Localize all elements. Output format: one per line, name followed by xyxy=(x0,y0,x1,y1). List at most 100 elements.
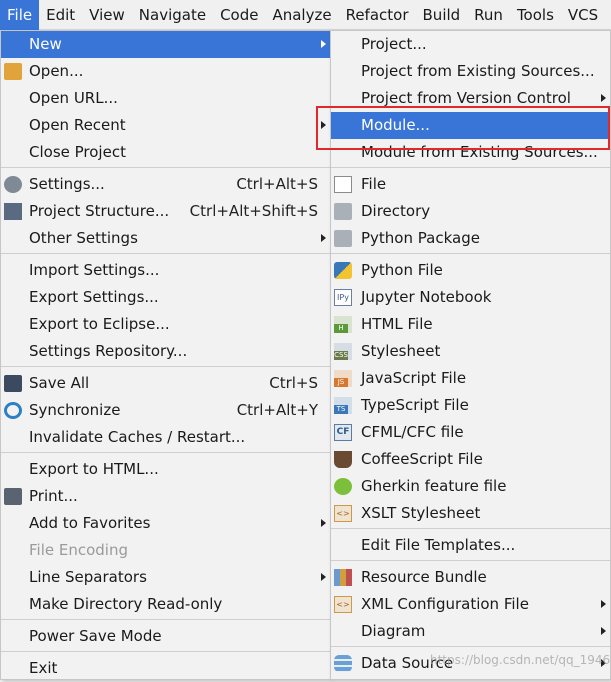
wrench-icon xyxy=(4,176,22,193)
new-module-existing-item[interactable]: Module from Existing Sources... xyxy=(331,139,610,166)
file-make-readonly-label: Make Directory Read-only xyxy=(29,595,223,613)
file-other-settings-item[interactable]: Other Settings xyxy=(1,225,330,252)
menu-file[interactable]: File xyxy=(0,0,40,30)
new-project-existing-item[interactable]: Project from Existing Sources... xyxy=(331,58,610,85)
menu-vcs[interactable]: VCS xyxy=(561,0,605,30)
new-js-file-item[interactable]: JS JavaScript File xyxy=(331,365,610,392)
new-edit-templates-label: Edit File Templates... xyxy=(361,536,516,554)
new-stylesheet-item[interactable]: CSS Stylesheet xyxy=(331,338,610,365)
file-power-save-label: Power Save Mode xyxy=(29,627,162,645)
menu-analyze[interactable]: Analyze xyxy=(265,0,338,30)
ts-icon-tag: TS xyxy=(334,405,348,414)
gherkin-icon xyxy=(334,478,352,495)
submenu-arrow-icon xyxy=(321,573,326,581)
shortcut-label: Ctrl+S xyxy=(269,374,318,392)
file-export-eclipse-item[interactable]: Export to Eclipse... xyxy=(1,311,330,338)
file-export-settings-item[interactable]: Export Settings... xyxy=(1,284,330,311)
new-html-file-item[interactable]: H HTML File xyxy=(331,311,610,338)
new-module-existing-label: Module from Existing Sources... xyxy=(361,143,598,161)
new-gherkin-item[interactable]: Gherkin feature file xyxy=(331,473,610,500)
file-settings-label: Settings... xyxy=(29,175,105,193)
file-import-settings-item[interactable]: Import Settings... xyxy=(1,257,330,284)
new-project-vcs-item[interactable]: Project from Version Control xyxy=(331,85,610,112)
file-project-structure-label: Project Structure... xyxy=(29,202,170,220)
new-python-file-item[interactable]: Python File xyxy=(331,257,610,284)
file-invalidate-item[interactable]: Invalidate Caches / Restart... xyxy=(1,424,330,451)
file-line-separators-item[interactable]: Line Separators xyxy=(1,564,330,591)
new-xml-config-item[interactable]: <> XML Configuration File xyxy=(331,591,610,618)
new-directory-item[interactable]: Directory xyxy=(331,198,610,225)
file-save-all-item[interactable]: Save All Ctrl+S xyxy=(1,370,330,397)
new-ts-file-label: TypeScript File xyxy=(361,396,469,414)
submenu-arrow-icon xyxy=(601,94,606,102)
new-file-item[interactable]: File xyxy=(331,171,610,198)
new-python-file-label: Python File xyxy=(361,261,443,279)
file-make-readonly-item[interactable]: Make Directory Read-only xyxy=(1,591,330,618)
file-open-url-item[interactable]: Open URL... xyxy=(1,85,330,112)
menu-tools[interactable]: Tools xyxy=(510,0,561,30)
file-synchronize-item[interactable]: Synchronize Ctrl+Alt+Y xyxy=(1,397,330,424)
file-encoding-label: File Encoding xyxy=(29,541,128,559)
file-project-structure-item[interactable]: Project Structure... Ctrl+Alt+Shift+S xyxy=(1,198,330,225)
file-import-settings-label: Import Settings... xyxy=(29,261,160,279)
menu-view[interactable]: View xyxy=(82,0,132,30)
new-submenu: Project... Project from Existing Sources… xyxy=(330,30,611,680)
new-module-item[interactable]: Module... xyxy=(331,112,610,139)
new-resource-bundle-item[interactable]: Resource Bundle xyxy=(331,564,610,591)
file-icon xyxy=(334,176,352,193)
menu-code[interactable]: Code xyxy=(213,0,265,30)
new-cfml-item[interactable]: CF CFML/CFC file xyxy=(331,419,610,446)
shortcut-label: Ctrl+Alt+Shift+S xyxy=(189,202,318,220)
new-ts-file-item[interactable]: TS TypeScript File xyxy=(331,392,610,419)
file-open-recent-item[interactable]: Open Recent xyxy=(1,112,330,139)
new-jupyter-item[interactable]: IPy Jupyter Notebook xyxy=(331,284,610,311)
typescript-file-icon: TS xyxy=(334,397,352,414)
new-edit-templates-item[interactable]: Edit File Templates... xyxy=(331,532,610,559)
directory-icon xyxy=(334,203,352,220)
menu-separator xyxy=(331,167,610,168)
menu-separator xyxy=(1,619,330,620)
menu-build[interactable]: Build xyxy=(416,0,468,30)
file-print-item[interactable]: Print... xyxy=(1,483,330,510)
css-file-icon: CSS xyxy=(334,343,352,360)
file-add-favorites-item[interactable]: Add to Favorites xyxy=(1,510,330,537)
new-xslt-label: XSLT Stylesheet xyxy=(361,504,481,522)
file-open-item[interactable]: Open... xyxy=(1,58,330,85)
new-xslt-item[interactable]: <> XSLT Stylesheet xyxy=(331,500,610,527)
menu-edit[interactable]: Edit xyxy=(39,0,82,30)
coffee-cup-icon xyxy=(334,451,352,468)
file-open-recent-label: Open Recent xyxy=(29,116,126,134)
sync-icon xyxy=(4,402,22,419)
menu-separator xyxy=(1,253,330,254)
watermark-text: https://blog.csdn.net/qq_19462965 xyxy=(430,653,611,667)
new-project-label: Project... xyxy=(361,35,427,53)
file-new-item[interactable]: New xyxy=(1,31,330,58)
menu-separator xyxy=(331,253,610,254)
file-settings-repository-item[interactable]: Settings Repository... xyxy=(1,338,330,365)
menu-navigate[interactable]: Navigate xyxy=(132,0,213,30)
new-coffee-item[interactable]: CoffeeScript File xyxy=(331,446,610,473)
menu-separator xyxy=(331,646,610,647)
file-power-save-item[interactable]: Power Save Mode xyxy=(1,623,330,650)
submenu-arrow-icon xyxy=(321,519,326,527)
new-module-label: Module... xyxy=(361,116,430,134)
file-settings-item[interactable]: Settings... Ctrl+Alt+S xyxy=(1,171,330,198)
file-invalidate-label: Invalidate Caches / Restart... xyxy=(29,428,246,446)
submenu-arrow-icon xyxy=(321,40,326,48)
js-icon-tag: JS xyxy=(334,378,348,387)
new-xml-config-label: XML Configuration File xyxy=(361,595,529,613)
new-diagram-item[interactable]: Diagram xyxy=(331,618,610,645)
menu-separator xyxy=(331,560,610,561)
file-export-html-label: Export to HTML... xyxy=(29,460,159,478)
menu-run[interactable]: Run xyxy=(467,0,510,30)
file-export-html-item[interactable]: Export to HTML... xyxy=(1,456,330,483)
file-close-project-item[interactable]: Close Project xyxy=(1,139,330,166)
menu-refactor[interactable]: Refactor xyxy=(339,0,416,30)
new-cfml-label: CFML/CFC file xyxy=(361,423,464,441)
new-resource-bundle-label: Resource Bundle xyxy=(361,568,487,586)
new-diagram-label: Diagram xyxy=(361,622,426,640)
file-exit-item[interactable]: Exit xyxy=(1,655,330,682)
file-print-label: Print... xyxy=(29,487,78,505)
new-python-package-item[interactable]: Python Package xyxy=(331,225,610,252)
new-project-item[interactable]: Project... xyxy=(331,31,610,58)
